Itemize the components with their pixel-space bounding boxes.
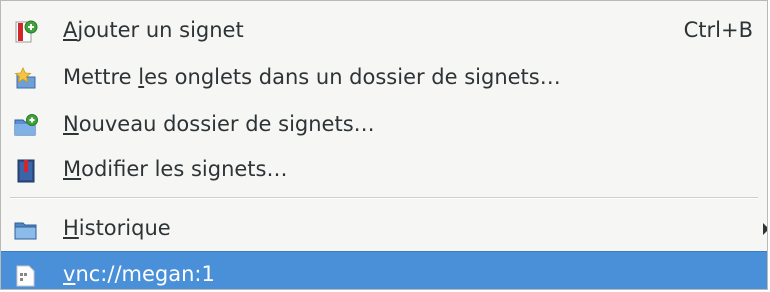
label-pre: Mettre — [63, 65, 139, 89]
shortcut-label: Ctrl+B — [683, 18, 753, 42]
menu-item-label: Ajouter un signet — [63, 18, 244, 42]
menu-item-label: Nouveau dossier de signets… — [63, 112, 375, 136]
mnemonic: N — [63, 112, 79, 136]
page-icon — [14, 264, 36, 287]
menu-item-add-bookmark[interactable]: Ajouter un signet Ctrl+B — [1, 8, 767, 52]
menu-item-edit-bookmarks[interactable]: Modifier les signets… — [1, 147, 767, 191]
menu-item-history[interactable]: Historique — [1, 206, 767, 250]
menu-item-bookmark-tabs[interactable]: Mettre les onglets dans un dossier de si… — [1, 55, 767, 99]
mnemonic: H — [63, 216, 79, 240]
edit-bookmarks-icon — [14, 159, 36, 183]
label-rest: jouter un signet — [77, 18, 244, 42]
bookmark-tabs-folder-icon — [14, 67, 36, 89]
mnemonic: A — [63, 18, 78, 42]
menu-item-label: vnc://megan:1 — [63, 262, 215, 286]
label-rest: odifier les signets… — [81, 157, 288, 181]
folder-icon — [14, 218, 37, 240]
menu-item-label: Historique — [63, 216, 171, 240]
label-rest: ouveau dossier de signets… — [78, 112, 375, 136]
label-rest: es onglets dans un dossier de signets… — [144, 65, 561, 89]
bookmark-add-icon — [14, 20, 38, 43]
menu-separator — [10, 197, 758, 199]
label-rest: istorique — [78, 216, 171, 240]
new-folder-icon — [14, 114, 38, 136]
mnemonic: M — [63, 157, 82, 181]
menu-item-label: Modifier les signets… — [63, 157, 287, 181]
submenu-arrow-icon — [763, 223, 767, 235]
bookmarks-menu: Ajouter un signet Ctrl+B Mettre les ongl… — [0, 0, 768, 290]
mnemonic: v — [63, 262, 76, 286]
menu-item-new-bookmark-folder[interactable]: Nouveau dossier de signets… — [1, 102, 767, 146]
menu-item-label: Mettre les onglets dans un dossier de si… — [63, 65, 561, 89]
label-rest: nc://megan:1 — [75, 262, 215, 286]
menu-item-bookmark-vnc[interactable]: vnc://megan:1 — [1, 251, 767, 289]
